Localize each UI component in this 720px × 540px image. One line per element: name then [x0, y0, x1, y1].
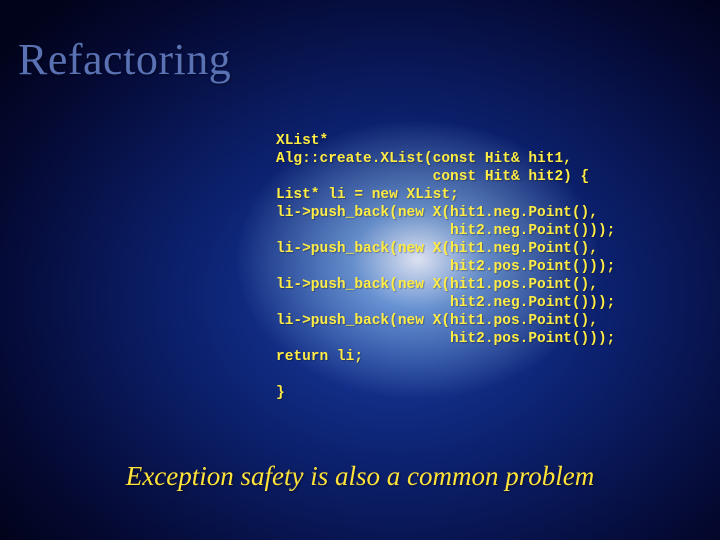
- slide: Refactoring XList* Alg::create.XList(con…: [0, 0, 720, 540]
- caption: Exception safety is also a common proble…: [0, 461, 720, 492]
- code-block: XList* Alg::create.XList(const Hit& hit1…: [276, 132, 615, 402]
- slide-title: Refactoring: [18, 34, 231, 85]
